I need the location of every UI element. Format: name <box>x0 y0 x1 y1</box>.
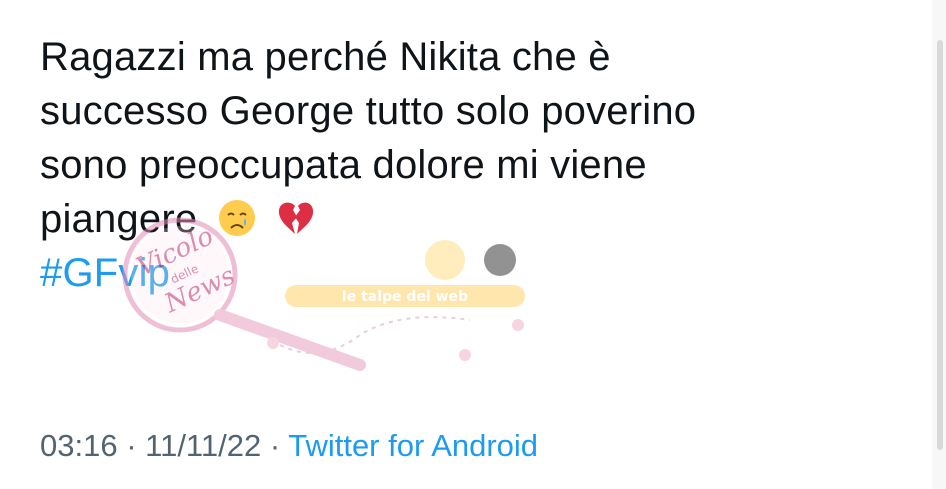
tweet-line: Ragazzi ma perché Nikita che è <box>40 35 611 79</box>
meta-separator: · <box>261 428 289 463</box>
tweet-text: Ragazzi ma perché Nikita che è successo … <box>40 30 900 300</box>
scrollbar-thumb[interactable] <box>937 40 943 450</box>
tweet-line: sono preoccupata dolore mi viene <box>40 143 647 187</box>
tweet-last-line: piangere <box>40 192 900 246</box>
tweet-meta: 03:16 · 11/11/22 · Twitter for Android <box>40 428 538 464</box>
crying-face-icon <box>218 200 255 236</box>
meta-separator: · <box>117 428 146 463</box>
tweet-source-link[interactable]: Twitter for Android <box>288 428 538 463</box>
tweet-time[interactable]: 03:16 <box>40 428 118 463</box>
tweet-date[interactable]: 11/11/22 <box>145 428 261 463</box>
tweet-line: piangere <box>40 197 198 241</box>
hashtag-link[interactable]: #GFvip <box>40 246 900 300</box>
tweet-line: successo George tutto solo poverino <box>40 89 697 133</box>
broken-heart-icon <box>278 202 314 234</box>
scrollbar-track[interactable] <box>932 0 946 489</box>
